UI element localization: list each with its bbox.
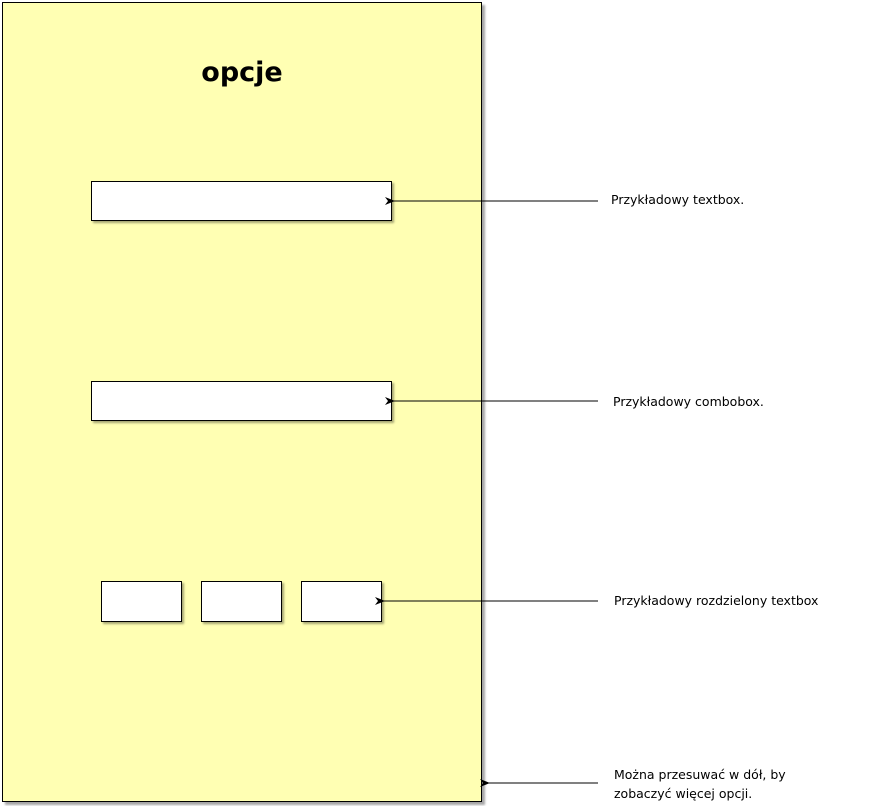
scroll-annotation: Można przesuwać w dół, by zobaczyć więce… xyxy=(614,765,786,803)
combobox-annotation: Przykładowy combobox. xyxy=(613,394,764,409)
textbox-annotation: Przykładowy textbox. xyxy=(611,192,745,207)
scroll-annotation-line-1: Można przesuwać w dół, by xyxy=(614,767,786,782)
split-textbox-annotation: Przykładowy rozdzielony textbox xyxy=(614,593,819,608)
scroll-annotation-line-2: zobaczyć więcej opcji. xyxy=(614,786,753,801)
